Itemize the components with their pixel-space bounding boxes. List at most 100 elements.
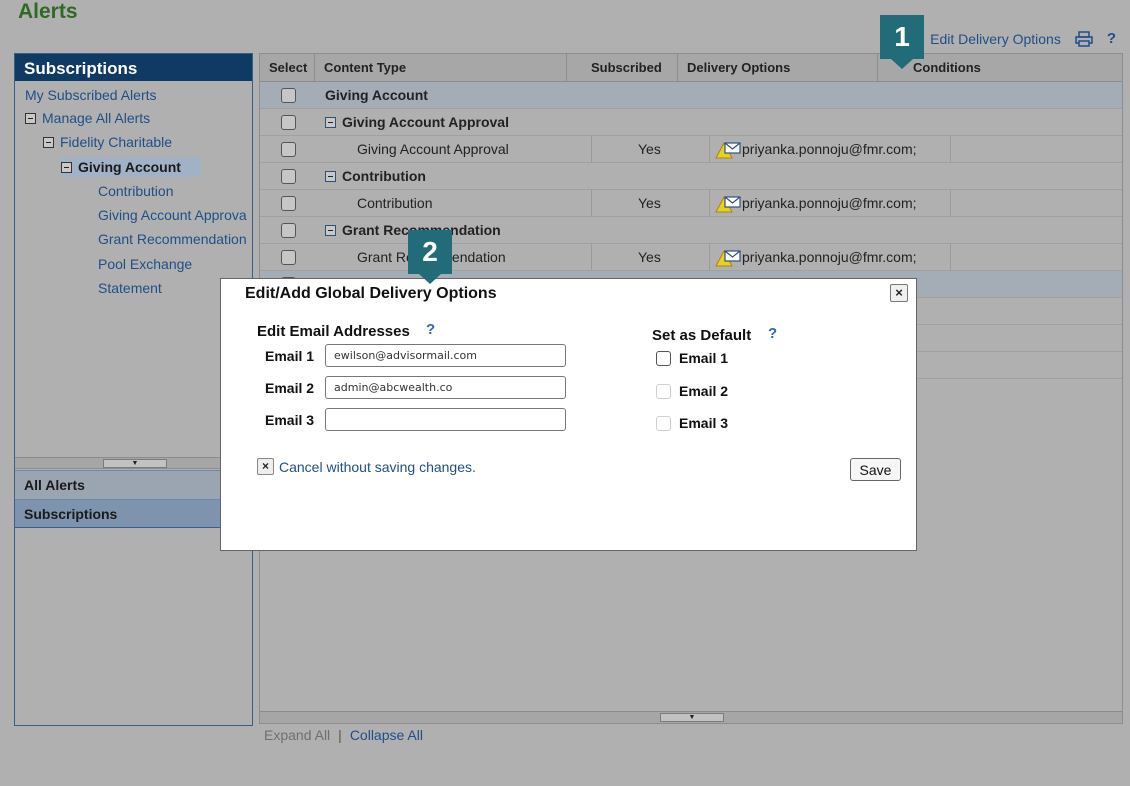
default-email-1-label: Email 1 (679, 350, 729, 366)
row-select-checkbox[interactable] (281, 250, 296, 265)
tree-item-label: Pool Exchange (98, 256, 193, 272)
row-subscribed: Yes (638, 141, 661, 157)
expand-all-link: Expand All (264, 727, 331, 743)
collapse-icon[interactable] (43, 136, 54, 148)
column-header-select[interactable]: Select (260, 54, 315, 82)
help-icon[interactable]: ? (768, 325, 777, 342)
tree-item-my-subscribed-alerts[interactable]: My Subscribed Alerts (25, 85, 157, 105)
help-icon[interactable]: ? (1107, 30, 1116, 47)
email-alert-icon (715, 196, 741, 213)
tree-item-label: Grant Recommendation (98, 231, 247, 247)
delivery-email: priyanka.ponnoju@fmr.com; (742, 141, 917, 157)
default-email-3-label: Email 3 (679, 415, 729, 431)
email-1-label: Email 1 (265, 348, 315, 364)
cancel-row: × Cancel without saving changes. (257, 458, 476, 475)
collapse-icon[interactable] (61, 161, 72, 173)
grid-splitter[interactable]: ▼ (260, 711, 1122, 723)
row-select-checkbox[interactable] (281, 142, 296, 157)
link-separator: | (338, 727, 342, 743)
row-subscribed: Yes (638, 249, 661, 265)
tree-item-grant-recommendation[interactable]: Grant Recommendation (98, 229, 247, 249)
row-select-checkbox[interactable] (281, 88, 296, 103)
chevron-down-icon[interactable]: ▼ (660, 713, 724, 722)
email-2-label: Email 2 (265, 380, 315, 396)
tree-item-giving-account-approval[interactable]: Giving Account Approva (98, 205, 247, 225)
email-alert-icon (715, 142, 741, 159)
tree-item-pool-exchange[interactable]: Pool Exchange (98, 254, 192, 274)
help-icon[interactable]: ? (426, 321, 435, 338)
tree-item-label: Fidelity Charitable (60, 134, 173, 150)
email-alert-icon (715, 250, 741, 267)
row-select-checkbox[interactable] (281, 115, 296, 130)
row-select-checkbox[interactable] (281, 196, 296, 211)
default-email-1: Email 1 (656, 350, 728, 366)
column-header-subscribed[interactable]: Subscribed (567, 54, 678, 82)
row-content-type: Giving Account Approval (357, 141, 509, 157)
tree-item-fidelity-charitable[interactable]: Fidelity Charitable (43, 132, 172, 152)
delivery-options-dialog: Edit/Add Global Delivery Options × Edit … (220, 278, 917, 551)
row-delivery: priyanka.ponnoju@fmr.com; (715, 244, 917, 271)
default-email-3: Email 3 (656, 415, 728, 431)
delivery-email: priyanka.ponnoju@fmr.com; (742, 249, 917, 265)
tree-item-giving-account[interactable]: Giving Account (61, 157, 201, 177)
row-content-type: Contribution (357, 195, 433, 211)
callout-1: 1 (880, 15, 924, 69)
chevron-down-icon[interactable]: ▼ (103, 459, 167, 468)
grid-header: Select Content Type Subscribed Delivery … (260, 54, 1122, 82)
default-email-1-checkbox[interactable] (656, 350, 671, 366)
row-select-checkbox[interactable] (281, 223, 296, 238)
default-email-3-checkbox (656, 415, 671, 431)
tree-item-contribution[interactable]: Contribution (98, 181, 174, 201)
close-icon[interactable]: × (890, 284, 908, 302)
tree-item-label: Statement (98, 280, 162, 296)
cancel-without-saving-link[interactable]: Cancel without saving changes. (279, 459, 476, 475)
tree-item-statement[interactable]: Statement (98, 278, 162, 298)
table-row: Grant Recommendation (260, 217, 1122, 244)
email-1-input[interactable] (325, 344, 566, 367)
table-row: Grant Recommendation Yes priyanka.ponnoj… (260, 244, 1122, 271)
collapse-icon[interactable] (325, 116, 336, 128)
collapse-all-link[interactable]: Collapse All (350, 727, 423, 743)
expand-collapse-controls: Expand All | Collapse All (264, 727, 423, 743)
default-email-2: Email 2 (656, 383, 728, 399)
edit-delivery-options-link[interactable]: Edit Delivery Options (930, 31, 1061, 47)
row-label: Giving Account Approval (342, 114, 509, 130)
table-row: Giving Account Approval (260, 109, 1122, 136)
accordion-subscriptions[interactable]: Subscriptions (15, 499, 252, 528)
collapse-icon[interactable] (325, 224, 336, 236)
subscriptions-panel: Subscriptions My Subscribed Alerts Manag… (14, 53, 253, 726)
collapse-icon[interactable] (325, 170, 336, 182)
tree-item-label: Contribution (98, 183, 174, 199)
email-2-input[interactable] (325, 376, 566, 399)
callout-pointer (891, 59, 913, 69)
printer-icon[interactable] (1075, 30, 1093, 47)
set-default-section-title: Set as Default (652, 327, 752, 344)
tree-item-manage-all-alerts[interactable]: Manage All Alerts (25, 108, 150, 128)
table-row: Contribution (260, 163, 1122, 190)
table-row: Giving Account (260, 82, 1122, 109)
callout-pointer (419, 274, 441, 284)
cancel-icon[interactable]: × (257, 458, 274, 475)
default-email-2-label: Email 2 (679, 383, 729, 399)
column-header-content-type[interactable]: Content Type (315, 54, 567, 82)
panel-splitter[interactable]: ▼ (15, 457, 252, 469)
email-3-input[interactable] (325, 408, 566, 431)
row-content-type: Giving Account (325, 87, 428, 103)
row-select-checkbox[interactable] (281, 169, 296, 184)
column-header-delivery-options[interactable]: Delivery Options (678, 54, 878, 82)
table-row: Giving Account Approval Yes priyanka.pon… (260, 136, 1122, 163)
accordion-all-alerts[interactable]: All Alerts (15, 470, 252, 499)
row-content-type: Giving Account Approval (325, 109, 509, 136)
tree-item-label: Giving Account (78, 159, 181, 175)
edit-email-section-title: Edit Email Addresses (257, 323, 410, 340)
dialog-title: Edit/Add Global Delivery Options (245, 285, 497, 302)
callout-number: 2 (408, 230, 452, 274)
table-row: Contribution Yes priyanka.ponnoju@fmr.co… (260, 190, 1122, 217)
alerts-tree: My Subscribed Alerts Manage All Alerts F… (15, 81, 252, 458)
save-button[interactable]: Save (850, 458, 901, 481)
callout-2: 2 (408, 230, 452, 284)
delivery-email: priyanka.ponnoju@fmr.com; (742, 195, 917, 211)
collapse-icon[interactable] (25, 112, 36, 124)
row-label: Contribution (342, 168, 426, 184)
tree-item-label: My Subscribed Alerts (25, 87, 157, 103)
